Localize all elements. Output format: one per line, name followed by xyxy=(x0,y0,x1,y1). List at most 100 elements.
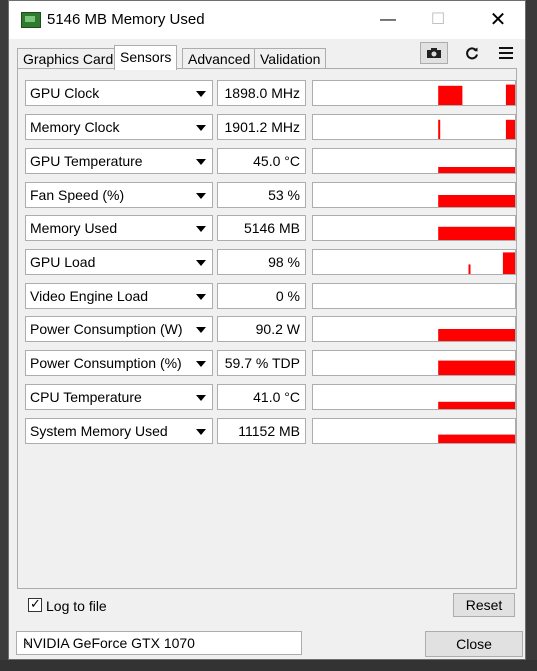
graph-bar xyxy=(438,401,515,409)
sensor-value-text: 41.0 °C xyxy=(253,389,300,405)
dropdown-arrow-icon xyxy=(196,91,206,97)
graph-bar xyxy=(438,85,463,105)
checkbox-box[interactable]: ✓ xyxy=(28,596,42,612)
sensor-value: 90.2 W xyxy=(217,316,306,342)
dropdown-arrow-icon xyxy=(196,193,206,199)
sensor-select[interactable]: Video Engine Load xyxy=(25,283,213,309)
sensor-value-text: 0 % xyxy=(275,288,300,304)
sensor-label: Memory Used xyxy=(30,220,118,236)
sensor-value: 53 % xyxy=(217,182,306,208)
sensor-row: GPU Temperature 45.0 °C xyxy=(25,148,517,174)
graph-bar xyxy=(438,434,515,443)
gpu-z-window: 5146 MB Memory Used — ☐ ✕ Graphics Card … xyxy=(8,0,526,660)
graph-bar xyxy=(505,84,515,105)
refresh-icon xyxy=(466,47,478,60)
sensor-value: 41.0 °C xyxy=(217,384,306,410)
sensor-select[interactable]: GPU Clock xyxy=(25,80,213,106)
sensor-value: 1901.2 MHz xyxy=(217,114,306,140)
sensor-value: 59.7 % TDP xyxy=(217,350,306,376)
graph-bar xyxy=(505,119,515,139)
dropdown-arrow-icon xyxy=(196,361,206,367)
sensor-row: Memory Clock 1901.2 MHz xyxy=(25,114,517,140)
hamburger-menu-icon xyxy=(499,47,513,59)
sensor-label: Memory Clock xyxy=(30,119,120,135)
sensor-value-text: 11152 MB xyxy=(238,423,300,439)
menu-button[interactable] xyxy=(493,42,519,64)
background-app-strip xyxy=(526,0,537,671)
screenshot-button[interactable] xyxy=(420,42,448,64)
sensor-select[interactable]: Power Consumption (W) xyxy=(25,316,213,342)
background-app-strip xyxy=(0,660,537,671)
sensor-graph xyxy=(312,182,516,208)
sensor-value: 5146 MB xyxy=(217,215,306,241)
sensor-graph xyxy=(312,249,516,275)
sensor-graph xyxy=(312,316,516,342)
sensor-graph xyxy=(312,350,516,376)
sensor-row: Video Engine Load 0 % xyxy=(25,283,517,309)
graph-bar xyxy=(438,119,441,139)
sensor-label: Video Engine Load xyxy=(30,288,149,304)
dropdown-arrow-icon xyxy=(196,159,206,165)
sensor-value-text: 45.0 °C xyxy=(253,153,300,169)
sensor-value-text: 59.7 % TDP xyxy=(224,355,300,371)
graph-bar xyxy=(438,329,515,341)
camera-icon xyxy=(427,48,441,58)
dropdown-arrow-icon xyxy=(196,395,206,401)
sensor-row: CPU Temperature 41.0 °C xyxy=(25,384,517,410)
sensor-value-text: 1901.2 MHz xyxy=(224,119,300,135)
sensor-value-text: 1898.0 MHz xyxy=(224,85,300,101)
close-window-button[interactable]: ✕ xyxy=(475,1,521,39)
tab-advanced[interactable]: Advanced xyxy=(182,48,257,69)
sensor-row: Memory Used 5146 MB xyxy=(25,215,517,241)
gpu-card-icon xyxy=(21,12,41,28)
sensor-label: System Memory Used xyxy=(30,423,168,439)
sensor-row: System Memory Used 11152 MB xyxy=(25,418,517,444)
sensor-label: Power Consumption (W) xyxy=(30,321,183,337)
sensor-value: 0 % xyxy=(217,283,306,309)
dropdown-arrow-icon xyxy=(196,327,206,333)
sensor-select[interactable]: Memory Clock xyxy=(25,114,213,140)
sensor-select[interactable]: Power Consumption (%) xyxy=(25,350,213,376)
sensor-label: GPU Clock xyxy=(30,85,100,101)
dropdown-arrow-icon xyxy=(196,125,206,131)
sensor-select[interactable]: GPU Temperature xyxy=(25,148,213,174)
sensor-value: 11152 MB xyxy=(217,418,306,444)
sensor-select[interactable]: System Memory Used xyxy=(25,418,213,444)
sensor-graph xyxy=(312,80,516,106)
tab-validation[interactable]: Validation xyxy=(254,48,327,69)
dropdown-arrow-icon xyxy=(196,226,206,232)
graph-bar xyxy=(468,264,471,274)
reset-button[interactable]: Reset xyxy=(453,593,515,617)
minimize-button[interactable]: — xyxy=(365,1,411,39)
tab-sensors[interactable]: Sensors xyxy=(114,45,178,70)
sensor-select[interactable]: CPU Temperature xyxy=(25,384,213,410)
graph-bar xyxy=(438,360,515,375)
sensor-row: Fan Speed (%) 53 % xyxy=(25,182,517,208)
tab-graphics-card[interactable]: Graphics Card xyxy=(17,48,120,69)
log-to-file-label[interactable]: Log to file xyxy=(46,598,107,614)
sensor-graph xyxy=(312,215,516,241)
dropdown-arrow-icon xyxy=(196,260,206,266)
sensor-value: 1898.0 MHz xyxy=(217,80,306,106)
sensor-label: GPU Temperature xyxy=(30,153,143,169)
sensor-select[interactable]: GPU Load xyxy=(25,249,213,275)
graph-bar xyxy=(438,195,515,207)
sensor-select[interactable]: Memory Used xyxy=(25,215,213,241)
close-button[interactable]: Close xyxy=(425,631,523,657)
checkmark-icon: ✓ xyxy=(30,596,41,611)
graph-bar xyxy=(438,167,515,173)
title-bar[interactable]: 5146 MB Memory Used — ☐ ✕ xyxy=(9,1,525,39)
gpu-select[interactable]: NVIDIA GeForce GTX 1070 ⌄ xyxy=(16,631,302,655)
sensor-label: Power Consumption (%) xyxy=(30,355,182,371)
sensor-select[interactable]: Fan Speed (%) xyxy=(25,182,213,208)
background-app-strip xyxy=(0,0,8,671)
sensor-row: GPU Clock 1898.0 MHz xyxy=(25,80,517,106)
refresh-button[interactable] xyxy=(459,42,485,64)
sensor-graph xyxy=(312,283,516,309)
window-title: 5146 MB Memory Used xyxy=(47,11,205,28)
sensor-value-text: 90.2 W xyxy=(255,321,300,337)
graph-bar xyxy=(438,226,515,240)
maximize-button[interactable]: ☐ xyxy=(415,1,461,39)
graph-bar xyxy=(502,252,515,274)
sensor-graph xyxy=(312,114,516,140)
